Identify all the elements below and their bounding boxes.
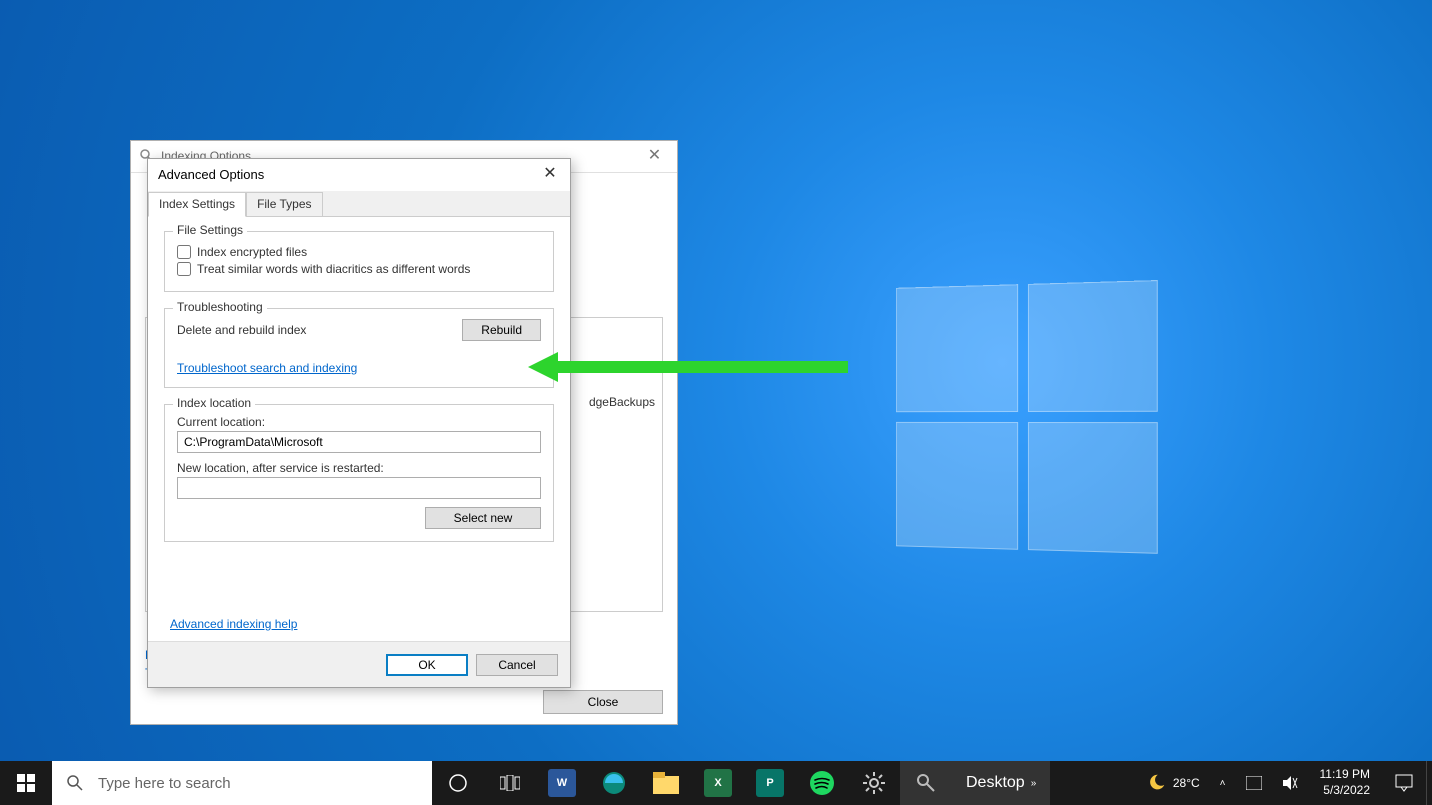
- search-box[interactable]: Type here to search: [52, 761, 432, 805]
- indexing-options-taskbar-icon[interactable]: [900, 761, 952, 805]
- close-dialog-button[interactable]: Close: [543, 690, 663, 714]
- tray-touchpad-icon[interactable]: [1236, 761, 1272, 805]
- weather-temp: 28°C: [1173, 776, 1200, 790]
- clock[interactable]: 11:19 PM 5/3/2022: [1308, 767, 1382, 798]
- troubleshoot-link[interactable]: Troubleshoot search and indexing: [177, 361, 357, 375]
- spotify-app-icon[interactable]: [796, 761, 848, 805]
- publisher-app-icon[interactable]: P: [744, 761, 796, 805]
- cancel-button[interactable]: Cancel: [476, 654, 558, 676]
- close-button[interactable]: ✕: [632, 141, 677, 171]
- rebuild-button[interactable]: Rebuild: [462, 319, 541, 341]
- checkbox-label: Treat similar words with diacritics as d…: [197, 262, 470, 276]
- time-text: 11:19 PM: [1320, 767, 1370, 783]
- excel-app-icon[interactable]: X: [692, 761, 744, 805]
- chevron-icon: »: [1031, 778, 1037, 789]
- ok-button[interactable]: OK: [386, 654, 468, 676]
- cortana-icon[interactable]: [432, 761, 484, 805]
- list-item-text: dgeBackups: [589, 395, 655, 409]
- moon-icon: [1145, 772, 1167, 794]
- file-settings-legend: File Settings: [173, 223, 247, 237]
- word-app-icon[interactable]: W: [536, 761, 588, 805]
- advanced-options-dialog: Advanced Options ✕ Index SettingsFile Ty…: [147, 158, 571, 688]
- index-encrypted-checkbox[interactable]: Index encrypted files: [177, 245, 541, 259]
- taskbar: Type here to search W X P Desktop » 28°C…: [0, 761, 1432, 805]
- checkbox-input[interactable]: [177, 245, 191, 259]
- search-placeholder: Type here to search: [98, 775, 231, 792]
- start-button[interactable]: [0, 761, 52, 805]
- weather-widget[interactable]: 28°C: [1135, 761, 1210, 805]
- show-desktop-button[interactable]: [1426, 761, 1432, 805]
- windows-icon: [17, 774, 35, 792]
- action-center-icon[interactable]: [1382, 761, 1426, 805]
- edge-app-icon[interactable]: [588, 761, 640, 805]
- select-new-button[interactable]: Select new: [425, 507, 541, 529]
- tray-volume-icon[interactable]: [1272, 761, 1308, 805]
- task-view-icon[interactable]: [484, 761, 536, 805]
- file-settings-group: File Settings Index encrypted files Trea…: [164, 231, 554, 292]
- dialog-title: Advanced Options: [158, 167, 264, 182]
- close-icon[interactable]: ✕: [530, 159, 570, 189]
- new-location-field[interactable]: [177, 477, 541, 499]
- checkbox-input[interactable]: [177, 262, 191, 276]
- windows-logo-wallpaper: [896, 280, 1162, 558]
- current-location-field[interactable]: [177, 431, 541, 453]
- index-location-group: Index location Current location: New loc…: [164, 404, 554, 542]
- search-icon: [66, 774, 84, 792]
- tab-index-settings[interactable]: Index Settings: [148, 192, 246, 217]
- new-location-label: New location, after service is restarted…: [177, 461, 541, 475]
- troubleshooting-legend: Troubleshooting: [173, 300, 267, 314]
- advanced-indexing-help-link[interactable]: Advanced indexing help: [170, 617, 297, 631]
- file-explorer-icon[interactable]: [640, 761, 692, 805]
- date-text: 5/3/2022: [1320, 783, 1370, 799]
- troubleshooting-group: Troubleshooting Delete and rebuild index…: [164, 308, 554, 388]
- checkbox-label: Index encrypted files: [197, 245, 307, 259]
- tray-chevron-up[interactable]: ˄: [1210, 761, 1236, 805]
- desktop-label: Desktop: [966, 774, 1025, 792]
- delete-rebuild-label: Delete and rebuild index: [177, 323, 306, 337]
- current-location-label: Current location:: [177, 415, 541, 429]
- diacritics-checkbox[interactable]: Treat similar words with diacritics as d…: [177, 262, 541, 276]
- settings-app-icon[interactable]: [848, 761, 900, 805]
- desktop-toolbar[interactable]: Desktop »: [952, 761, 1050, 805]
- tab-file-types[interactable]: File Types: [246, 192, 322, 216]
- index-location-legend: Index location: [173, 396, 255, 410]
